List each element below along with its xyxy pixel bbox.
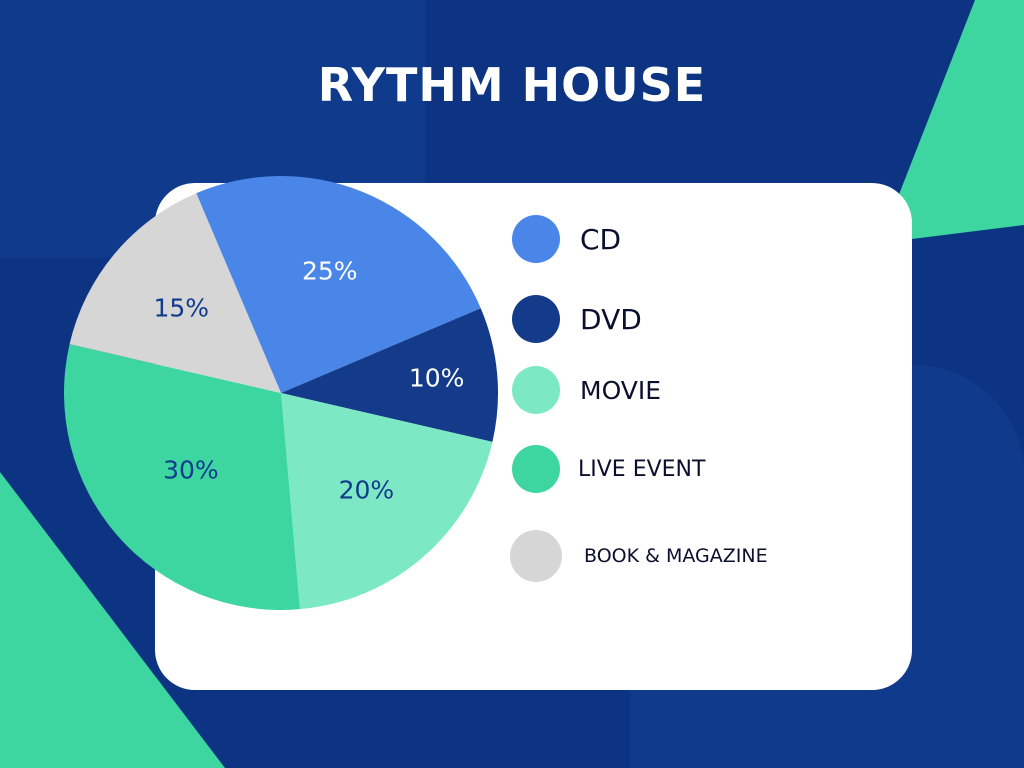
legend-item-cd: CD — [512, 215, 621, 263]
legend-item-live-event: LIVE EVENT — [512, 445, 705, 493]
slice-label-live-event: 30% — [163, 455, 219, 484]
slice-label-dvd: 10% — [409, 363, 465, 392]
legend-item-movie: MOVIE — [512, 366, 661, 414]
legend-label-dvd: DVD — [580, 302, 642, 336]
legend-label-live-event: LIVE EVENT — [578, 456, 706, 482]
legend-label-movie: MOVIE — [580, 375, 662, 405]
legend-swatch-live-event — [512, 445, 560, 493]
legend-swatch-book-magazine — [510, 530, 562, 582]
legend-label-book-magazine: BOOK & MAGAZINE — [584, 545, 768, 567]
legend-swatch-cd — [512, 215, 560, 263]
slice-label-cd: 25% — [302, 256, 358, 285]
slice-label-movie: 20% — [339, 475, 395, 504]
legend-item-book-magazine: BOOK & MAGAZINE — [510, 530, 768, 582]
legend-swatch-movie — [512, 366, 560, 414]
legend-item-dvd: DVD — [512, 295, 642, 343]
legend-swatch-dvd — [512, 295, 560, 343]
legend-label-cd: CD — [580, 222, 622, 256]
slice-label-book-magazine: 15% — [153, 293, 209, 322]
